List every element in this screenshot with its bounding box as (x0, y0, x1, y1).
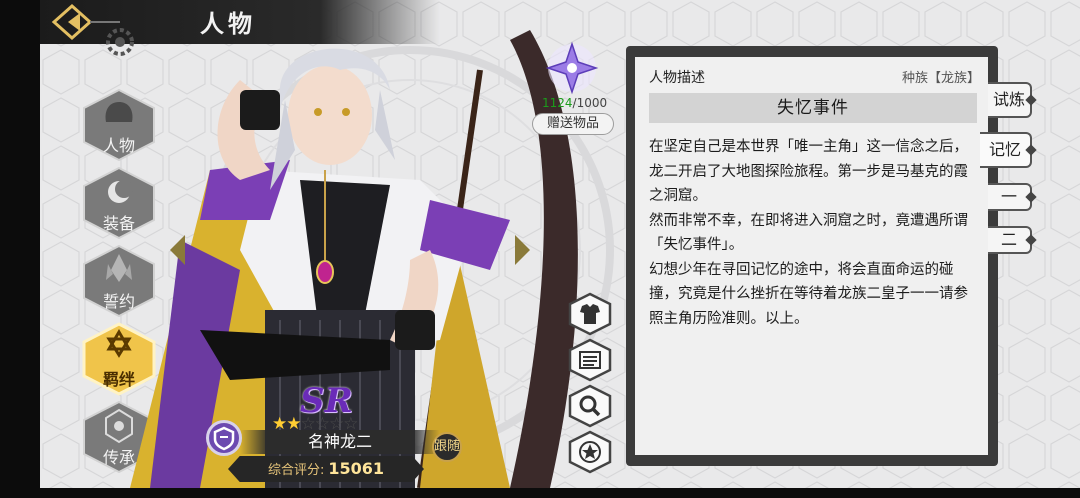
gift-count-max: /1000 (572, 96, 608, 110)
tab-part-two[interactable]: 二 (988, 226, 1037, 254)
gift-button[interactable]: 赠送物品 (532, 113, 614, 135)
tab-trial-label: 试炼 (992, 90, 1025, 109)
memory-title: 失忆事件 (649, 93, 977, 123)
tab-memory-label: 记忆 (988, 140, 1021, 159)
gift-count: 1124/1000 (542, 96, 607, 110)
tab-part-one-label: 一 (1000, 187, 1017, 206)
score-display: 综合评分: 15061 (228, 456, 424, 484)
description-paragraph: 然而非常不幸，在即将进入洞窟之时，竟遭遇所谓「失忆事件」。 (649, 212, 968, 254)
left-black-bar (0, 0, 40, 498)
tab-memory[interactable]: 记忆 (980, 132, 1037, 168)
description-paragraph: 幻想少年在寻回记忆的途中，将会直面命运的碰撞，究竟是什么挫折在等待着龙族二皇子一… (649, 261, 968, 327)
score-label: 综合评分: (267, 463, 325, 478)
profile-list-button[interactable] (566, 338, 614, 382)
description-panel-inner: 人物描述 种族【龙族】 失忆事件 在坚定自己是本世界「唯一主角」这一信念之后，龙… (635, 57, 988, 455)
star-flower-icon (545, 41, 599, 95)
costume-icon (568, 292, 612, 336)
class-badge-icon (206, 420, 242, 456)
tab-part-one[interactable]: 一 (988, 183, 1037, 211)
favorite-button[interactable] (566, 430, 614, 474)
panel-heading: 人物描述 (649, 70, 705, 86)
bottom-black-bar (0, 488, 1080, 498)
character-name: 名神龙二 (307, 432, 372, 451)
list-card-icon (568, 338, 612, 382)
description-paragraph: 在坚定自己是本世界「唯一主角」这一信念之后，龙二开启了大地图探险旅程。第一步是马… (649, 139, 968, 204)
description-panel: 人物描述 种族【龙族】 失忆事件 在坚定自己是本世界「唯一主角」这一信念之后，龙… (626, 46, 998, 466)
race-label: 种族【龙族】 (901, 71, 980, 86)
tab-trial[interactable]: 试炼 (988, 82, 1037, 118)
follow-button[interactable]: 跟随 (432, 432, 462, 462)
game-screen: 人物 人物 装备 誓约 羁绊 传承 1124/1000 赠送物品 SR ★★☆☆… (0, 0, 1080, 498)
gift-count-current: 1124 (542, 96, 573, 110)
gift-panel: 1124/1000 赠送物品 (530, 40, 620, 140)
score-value: 15061 (328, 459, 385, 478)
costume-button[interactable] (566, 292, 614, 336)
star-badge-icon (568, 430, 612, 474)
magnifier-icon (568, 384, 612, 428)
shield-icon (213, 426, 235, 451)
description-text: 在坚定自己是本世界「唯一主角」这一信念之后，龙二开启了大地图探险旅程。第一步是马… (649, 135, 979, 331)
tab-part-two-label: 二 (1000, 230, 1017, 249)
inspect-button[interactable] (566, 384, 614, 428)
